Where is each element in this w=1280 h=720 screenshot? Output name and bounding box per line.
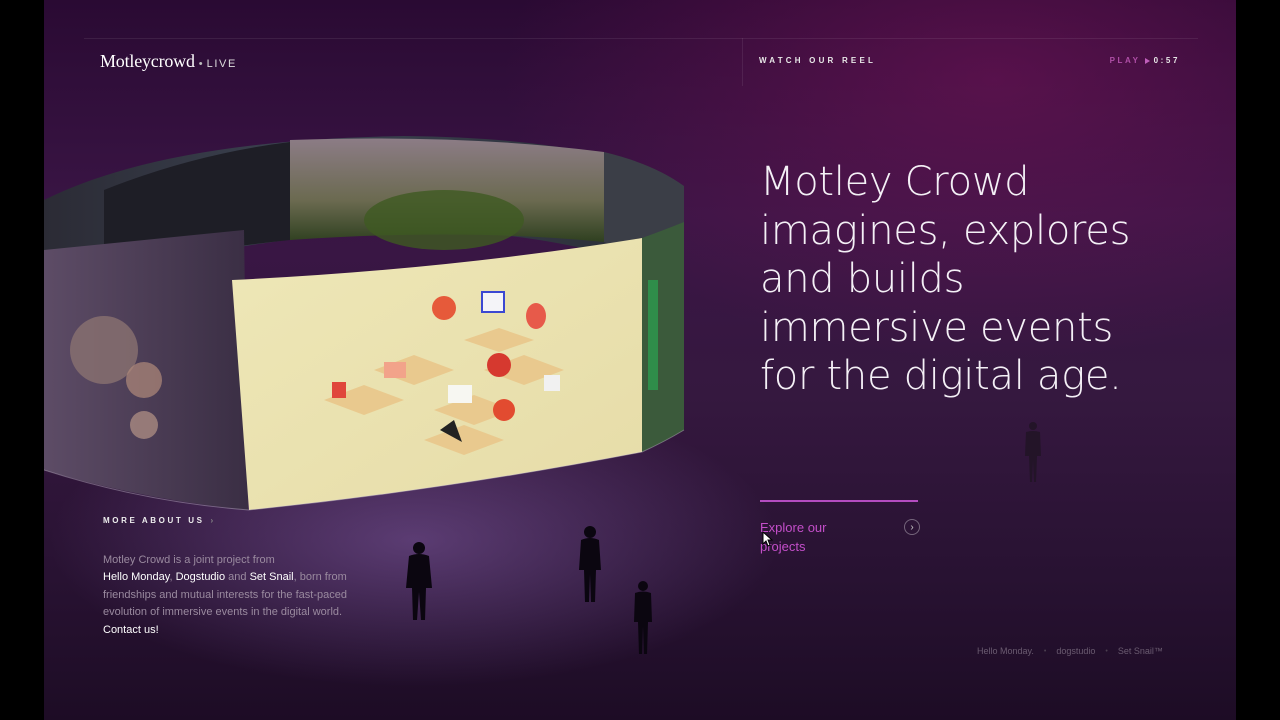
mouse-cursor-icon	[762, 531, 774, 547]
crowd-silhouette	[634, 581, 652, 654]
immersive-screen-visual	[44, 136, 685, 511]
play-icon	[1144, 57, 1150, 64]
partner-separator: •	[1043, 647, 1047, 655]
header-divider	[84, 38, 1198, 39]
set-snail-logo[interactable]: Set Snail™	[1118, 646, 1163, 656]
crowd-silhouette	[579, 526, 601, 602]
cta-progress-line	[760, 500, 918, 502]
crowd-silhouette	[1025, 422, 1041, 482]
about-paragraph: Motley Crowd is a joint project from Hell…	[103, 552, 353, 639]
crowd-silhouette	[406, 542, 432, 620]
about-text: Motley Crowd is a joint project from	[103, 554, 275, 566]
dogstudio-logo[interactable]: dogstudio	[1056, 646, 1095, 656]
logo-wordmark: Motleycrowd	[100, 51, 195, 71]
hello-monday-link[interactable]: Hello Monday	[103, 571, 169, 583]
watch-reel-link[interactable]: WATCH OUR REEL	[759, 56, 876, 65]
chevron-right-icon: ›	[904, 519, 920, 535]
partner-separator: •	[1105, 647, 1108, 655]
chevron-right-icon: ›	[210, 516, 216, 525]
partner-logos: Hello Monday. • dogstudio • Set Snail™	[977, 646, 1163, 656]
play-reel-button[interactable]: PLAY 0:57	[1110, 56, 1180, 65]
play-label: PLAY	[1109, 56, 1141, 65]
logo-dot: •	[198, 58, 203, 70]
contact-us-link[interactable]: Contact us!	[103, 624, 159, 636]
site-logo[interactable]: Motleycrowd • LIVE	[100, 51, 237, 72]
reel-duration: 0:57	[1153, 56, 1180, 65]
hero-frame: Motleycrowd • LIVE WATCH OUR REEL PLAY 0…	[44, 0, 1236, 720]
about-text: and	[225, 571, 250, 584]
hero-headline: Motley Crowd imagines, explores and buil…	[760, 159, 1131, 399]
hello-monday-logo[interactable]: Hello Monday.	[977, 646, 1034, 656]
more-about-us-label: MORE ABOUT US	[103, 516, 205, 525]
dogstudio-link[interactable]: Dogstudio	[176, 571, 226, 583]
logo-live-label: LIVE	[206, 58, 237, 70]
explore-projects-button[interactable]: Explore our projects ›	[760, 518, 920, 558]
set-snail-link[interactable]: Set Snail	[250, 571, 294, 583]
more-about-us-link[interactable]: MORE ABOUT US ›	[103, 516, 216, 525]
header-vertical-divider	[742, 38, 743, 86]
